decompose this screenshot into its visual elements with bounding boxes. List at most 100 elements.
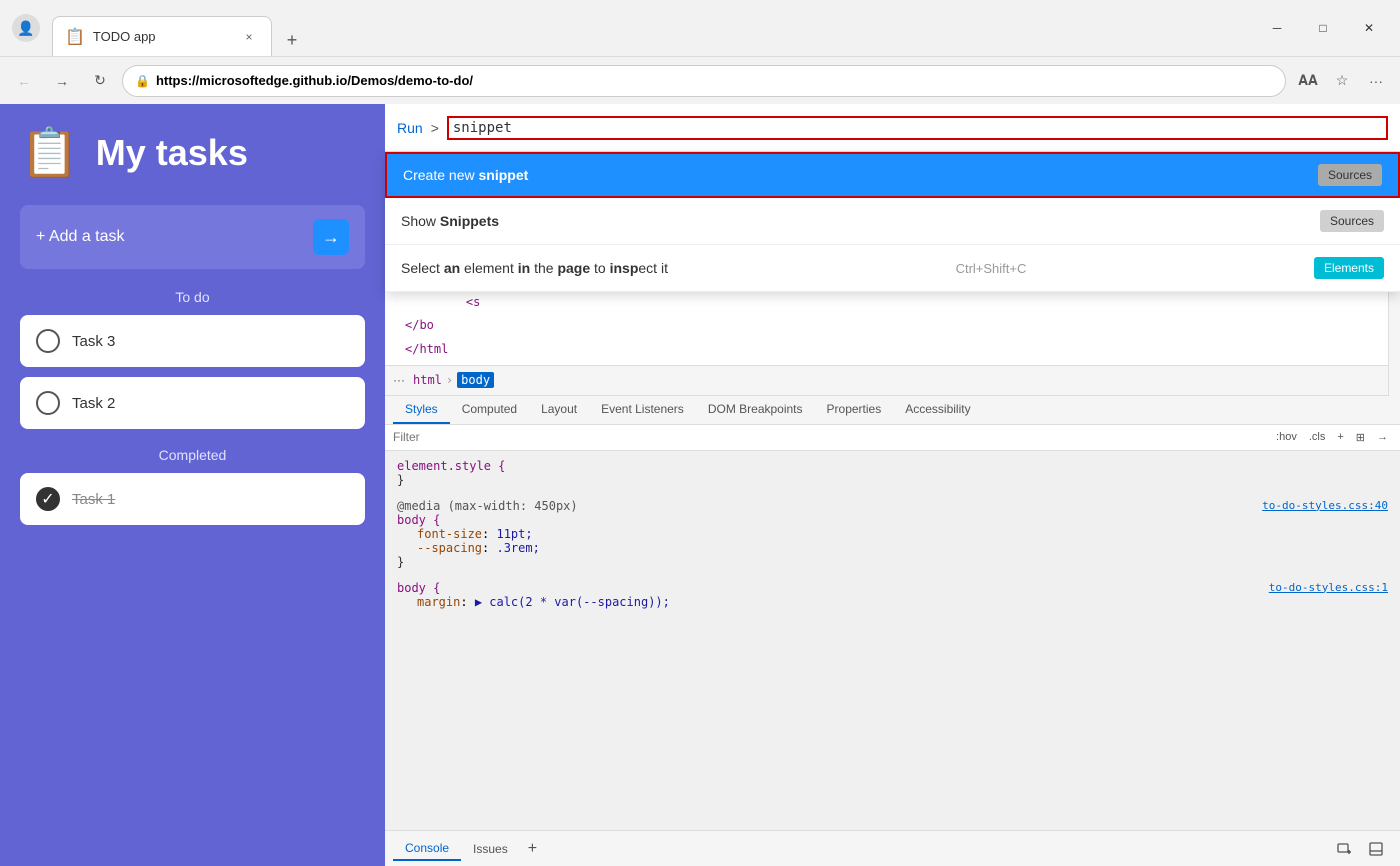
html-breadcrumb[interactable]: html bbox=[413, 373, 442, 387]
minimize-button[interactable]: ─ bbox=[1254, 12, 1300, 44]
add-task-button[interactable]: → bbox=[313, 219, 349, 255]
select-element-label: Select an element in the page to inspect… bbox=[401, 260, 668, 276]
run-prompt: > bbox=[431, 120, 439, 136]
back-button[interactable]: ← bbox=[8, 65, 40, 97]
tree-row: </html bbox=[385, 338, 1388, 361]
task-checkbox-1[interactable]: ✓ bbox=[36, 487, 60, 511]
run-label[interactable]: Run bbox=[397, 120, 423, 136]
address-bar[interactable]: 🔒 https://microsoftedge.github.io/Demos/… bbox=[122, 65, 1286, 97]
spacing-property: --spacing bbox=[417, 541, 482, 555]
task-label-3: Task 3 bbox=[72, 333, 115, 350]
issues-tab[interactable]: Issues bbox=[461, 838, 520, 860]
create-snippet-bold: snippet bbox=[478, 167, 528, 183]
element-style-block: element.style { } bbox=[397, 459, 1388, 487]
css-source-link-2[interactable]: to-do-styles.css:1 bbox=[1269, 581, 1388, 594]
tab-properties[interactable]: Properties bbox=[815, 396, 894, 424]
add-task-bar[interactable]: + Add a task → bbox=[20, 205, 365, 269]
todo-app-page: 📋 My tasks + Add a task → To do Task 3 T… bbox=[0, 104, 385, 866]
url-path: /Demos/demo-to-do/ bbox=[347, 73, 473, 88]
favorites-button[interactable]: ☆ bbox=[1326, 65, 1358, 97]
url-prefix: https:// bbox=[156, 73, 199, 88]
body-selector-2: body { bbox=[397, 581, 440, 595]
add-task-label: + Add a task bbox=[36, 228, 125, 246]
active-tab[interactable]: 📋 TODO app × bbox=[52, 16, 272, 56]
tab-accessibility[interactable]: Accessibility bbox=[893, 396, 982, 424]
todo-section-label: To do bbox=[20, 289, 365, 305]
tab-computed[interactable]: Computed bbox=[450, 396, 529, 424]
task-checkbox-2[interactable] bbox=[36, 391, 60, 415]
media-block-close: } bbox=[397, 555, 404, 569]
maximize-button[interactable]: □ bbox=[1300, 12, 1346, 44]
tab-strip: 📋 TODO app × + bbox=[52, 0, 308, 56]
profile-avatar[interactable]: 👤 bbox=[12, 14, 40, 42]
cls-button[interactable]: .cls bbox=[1305, 429, 1330, 445]
settings-button[interactable]: ··· bbox=[1360, 65, 1392, 97]
create-and-append-button[interactable] bbox=[1328, 833, 1360, 865]
select-element-shortcut: Ctrl+Shift+C bbox=[956, 261, 1027, 276]
create-snippet-source-button[interactable]: Sources bbox=[1318, 164, 1382, 186]
tab-layout[interactable]: Layout bbox=[529, 396, 589, 424]
title-bar: 👤 📋 TODO app × + ─ □ ✕ bbox=[0, 0, 1400, 56]
refresh-button[interactable]: ↻ bbox=[84, 65, 116, 97]
create-snippet-label: Create new snippet bbox=[403, 167, 528, 183]
tab-dom-breakpoints[interactable]: DOM Breakpoints bbox=[696, 396, 815, 424]
forward-button[interactable]: → bbox=[46, 65, 78, 97]
filter-bar: :hov .cls + ⊞ → bbox=[385, 425, 1400, 451]
media-query: @media (max-width: 450px) bbox=[397, 499, 578, 513]
list-item[interactable]: Task 2 bbox=[20, 377, 365, 429]
styles-panel: element.style { } to-do-styles.css:40 @m… bbox=[385, 451, 1400, 830]
todo-app-title: My tasks bbox=[96, 132, 248, 174]
font-size-value: 11pt; bbox=[496, 527, 532, 541]
show-snippets-item[interactable]: Show Snippets Sources bbox=[385, 198, 1400, 245]
more-button[interactable]: ··· bbox=[393, 373, 405, 387]
new-tab-button[interactable]: + bbox=[276, 24, 308, 56]
css-properties-1: font-size: 11pt; --spacing: .3rem; bbox=[397, 527, 1388, 555]
select-element-source-button[interactable]: Elements bbox=[1314, 257, 1384, 279]
tab-event-listeners[interactable]: Event Listeners bbox=[589, 396, 696, 424]
tab-styles[interactable]: Styles bbox=[393, 396, 450, 424]
show-snippets-label: Show Snippets bbox=[401, 213, 499, 229]
url-text: https://microsoftedge.github.io/Demos/de… bbox=[156, 73, 473, 88]
inspect-inherited-button[interactable]: → bbox=[1373, 429, 1392, 445]
tab-close-button[interactable]: × bbox=[239, 27, 259, 47]
read-aloud-button[interactable]: 𝐀𝐀 bbox=[1292, 65, 1324, 97]
devtools-panel: </> Elements + ··· ? bbox=[385, 104, 1400, 866]
margin-value: ▶ calc(2 * var(--spacing)); bbox=[475, 595, 670, 609]
nav-actions: 𝐀𝐀 ☆ ··· bbox=[1292, 65, 1392, 97]
css-source-link-1[interactable]: to-do-styles.css:40 bbox=[1262, 499, 1388, 512]
hov-button[interactable]: :hov bbox=[1272, 429, 1301, 445]
command-results-list: Create new snippet Sources Show Snippets… bbox=[385, 152, 1400, 292]
tree-row: <s bbox=[385, 291, 1388, 314]
breadcrumb-separator: › bbox=[446, 373, 453, 387]
element-style-close: } bbox=[397, 473, 404, 487]
filter-input[interactable] bbox=[393, 430, 1268, 444]
select-element-item[interactable]: Select an element in the page to inspect… bbox=[385, 245, 1400, 292]
tab-title: TODO app bbox=[93, 29, 231, 44]
devtools-bottom-bar: Console Issues + bbox=[385, 830, 1400, 866]
toggle-drawer-button[interactable] bbox=[1360, 833, 1392, 865]
window-controls: ─ □ ✕ bbox=[1254, 12, 1392, 44]
elements-footer: ··· html › body bbox=[385, 366, 1388, 396]
add-style-button[interactable]: + bbox=[1333, 429, 1347, 445]
body-breadcrumb[interactable]: body bbox=[457, 372, 494, 388]
list-item[interactable]: ✓ Task 1 bbox=[20, 473, 365, 525]
todo-header: 📋 My tasks bbox=[20, 124, 365, 181]
close-button[interactable]: ✕ bbox=[1346, 12, 1392, 44]
create-snippet-item[interactable]: Create new snippet Sources bbox=[385, 152, 1400, 198]
todo-app-icon: 📋 bbox=[20, 124, 80, 181]
new-style-rule-button[interactable]: ⊞ bbox=[1352, 429, 1369, 446]
run-bar: Run > bbox=[385, 104, 1400, 152]
tree-row: </bo bbox=[385, 314, 1388, 337]
command-palette: Run > Create new snippet Sources Show Sn… bbox=[385, 104, 1400, 292]
breadcrumb: html › body bbox=[413, 372, 494, 388]
show-snippets-source-button[interactable]: Sources bbox=[1320, 210, 1384, 232]
console-tab[interactable]: Console bbox=[393, 837, 461, 861]
command-input[interactable] bbox=[447, 116, 1388, 140]
url-domain: microsoftedge.github.io bbox=[199, 73, 347, 88]
title-bar-left: 👤 📋 TODO app × + bbox=[8, 0, 308, 56]
list-item[interactable]: Task 3 bbox=[20, 315, 365, 367]
html-close-tag: </html bbox=[405, 342, 448, 356]
add-bottom-tab-button[interactable]: + bbox=[520, 840, 545, 858]
body-block: to-do-styles.css:1 body { margin: ▶ calc… bbox=[397, 581, 1388, 609]
task-checkbox-3[interactable] bbox=[36, 329, 60, 353]
